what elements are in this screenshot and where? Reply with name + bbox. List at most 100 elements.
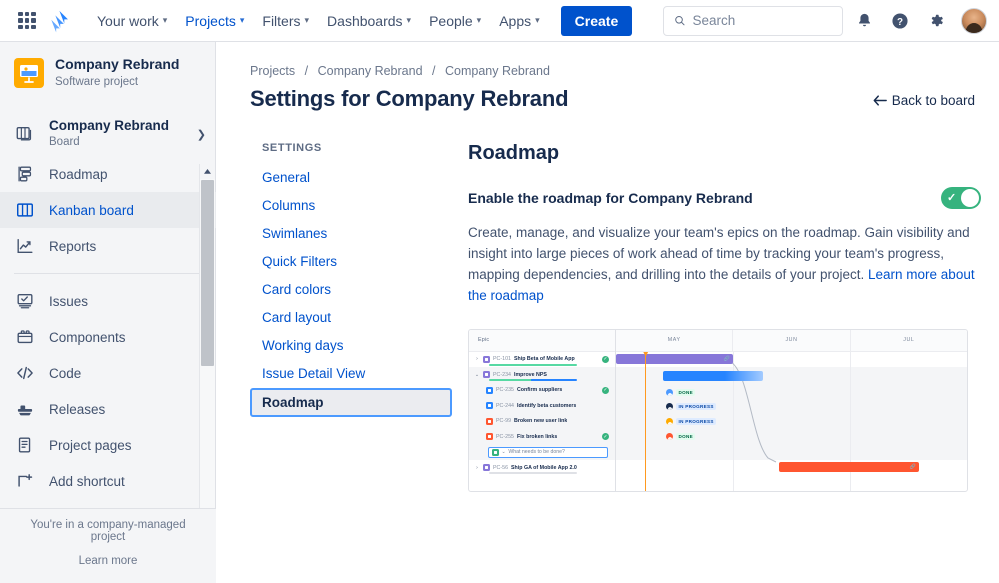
issues-icon xyxy=(14,290,36,312)
sidebar-item-project-pages[interactable]: Project pages xyxy=(0,427,216,463)
timeline-band xyxy=(616,367,967,460)
sidebar-item-label: Add shortcut xyxy=(49,474,125,489)
chevron-down-icon: ▾ xyxy=(535,15,540,26)
preview-row[interactable]: PC-244 Identify beta customers xyxy=(469,398,615,414)
preview-row[interactable]: ⌄ PC-234 Improve NPS xyxy=(469,367,615,383)
back-to-board-link[interactable]: Back to board xyxy=(873,93,975,112)
settings-body: SETTINGS General Columns Swimlanes Quick… xyxy=(217,112,999,492)
check-icon: ✓ xyxy=(947,191,956,204)
chevron-right-icon[interactable]: › xyxy=(474,356,480,362)
project-header[interactable]: Company Rebrand Software project xyxy=(0,42,215,100)
breadcrumb-project[interactable]: Company Rebrand xyxy=(318,64,423,78)
issue-key: PC-234 xyxy=(493,372,511,378)
notifications-icon[interactable] xyxy=(849,6,879,36)
roadmap-settings-panel: Roadmap Enable the roadmap for Company R… xyxy=(452,142,999,492)
learn-more-link[interactable]: Learn more xyxy=(12,555,204,567)
sidebar-item-board[interactable]: Company Rebrand Board ❯ xyxy=(0,112,216,156)
status-lozenge: DONE xyxy=(676,389,695,396)
status-lozenge: IN PROGRESS xyxy=(676,403,716,410)
settings-item-roadmap[interactable]: Roadmap xyxy=(250,388,452,417)
settings-item-quick-filters[interactable]: Quick Filters xyxy=(250,248,452,275)
top-navigation-bar: Your work ▾ Projects ▾ Filters ▾ Dashboa… xyxy=(0,0,999,42)
nav-item-projects[interactable]: Projects ▾ xyxy=(176,7,253,35)
issue-summary: Identify beta customers xyxy=(517,403,576,409)
enable-roadmap-toggle[interactable]: ✓ xyxy=(941,187,981,209)
preview-row[interactable]: PC-235 Confirm suppliers ✓ xyxy=(469,383,615,399)
link-icon: 🔗 xyxy=(910,464,916,470)
chevron-down-icon[interactable]: ❯ xyxy=(197,128,206,141)
preview-timeline: MAY JUN JUL 🔗 xyxy=(616,330,967,491)
story-type-icon xyxy=(486,402,493,409)
user-avatar[interactable] xyxy=(961,8,987,34)
timeline-bar-epic-pc56[interactable]: 🔗 xyxy=(779,462,919,472)
settings-icon[interactable] xyxy=(921,6,951,36)
sidebar-item-issues[interactable]: Issues xyxy=(0,283,216,319)
sidebar-item-label: Reports xyxy=(49,239,96,254)
nav-label: Dashboards xyxy=(327,13,403,29)
nav-item-people[interactable]: People ▾ xyxy=(420,7,490,35)
issue-key: PC-235 xyxy=(496,387,514,393)
nav-item-dashboards[interactable]: Dashboards ▾ xyxy=(318,7,420,35)
sidebar-item-kanban-board[interactable]: Kanban board xyxy=(0,192,216,228)
sidebar-item-releases[interactable]: Releases xyxy=(0,391,216,427)
breadcrumb: Projects / Company Rebrand / Company Reb… xyxy=(217,42,999,78)
preview-create-row[interactable]: ⌄ What needs to be done? xyxy=(469,445,615,461)
sidebar-item-add-shortcut[interactable]: Add shortcut xyxy=(0,463,216,499)
settings-item-card-layout[interactable]: Card layout xyxy=(250,304,452,331)
settings-item-swimlanes[interactable]: Swimlanes xyxy=(250,220,452,247)
sidebar-item-label: Project pages xyxy=(49,438,132,453)
breadcrumb-separator: / xyxy=(305,64,308,78)
settings-item-card-colors[interactable]: Card colors xyxy=(250,276,452,303)
main-content: Projects / Company Rebrand / Company Reb… xyxy=(217,42,999,583)
chevron-down-icon: ▾ xyxy=(477,15,482,26)
timeline-bar-epic-pc234[interactable] xyxy=(663,371,763,381)
nav-item-apps[interactable]: Apps ▾ xyxy=(490,7,548,35)
page-title: Settings for Company Rebrand xyxy=(250,86,568,112)
scrollbar-thumb[interactable] xyxy=(201,180,214,366)
timeline-bar-epic-pc101[interactable]: 🔗 xyxy=(616,354,733,364)
assignee-avatar xyxy=(666,389,673,396)
page-header: Settings for Company Rebrand Back to boa… xyxy=(217,78,999,112)
nav-label: Filters xyxy=(262,13,300,29)
month-label: JUN xyxy=(733,330,850,351)
breadcrumb-board[interactable]: Company Rebrand xyxy=(445,64,550,78)
bug-type-icon xyxy=(486,418,493,425)
preview-row[interactable]: PC-255 Fix broken links ✓ xyxy=(469,429,615,445)
nav-item-your-work[interactable]: Your work ▾ xyxy=(88,7,176,35)
preview-row[interactable]: › PC-101 Ship Beta of Mobile App ✓ xyxy=(469,352,615,368)
search-box[interactable] xyxy=(663,6,843,36)
chevron-down-icon[interactable]: ⌄ xyxy=(474,372,480,378)
chevron-right-icon[interactable]: › xyxy=(474,465,480,471)
app-switcher-icon[interactable] xyxy=(18,12,36,30)
sidebar-item-roadmap[interactable]: Roadmap xyxy=(0,156,216,192)
month-label: JUL xyxy=(851,330,967,351)
sidebar-item-code[interactable]: Code xyxy=(0,355,216,391)
settings-item-columns[interactable]: Columns xyxy=(250,192,452,219)
create-button[interactable]: Create xyxy=(561,6,633,36)
timeline-status-row: IN PROGRESS xyxy=(666,403,716,410)
progress-bar xyxy=(489,379,577,381)
sidebar-item-reports[interactable]: Reports xyxy=(0,228,216,264)
settings-item-general[interactable]: General xyxy=(250,164,452,191)
scroll-up-arrow-icon[interactable] xyxy=(200,164,215,179)
issue-summary: Confirm suppliers xyxy=(517,387,562,393)
help-icon[interactable]: ? xyxy=(885,6,915,36)
epic-type-icon xyxy=(483,356,490,363)
sidebar-item-label: Code xyxy=(49,366,81,381)
settings-item-issue-detail-view[interactable]: Issue Detail View xyxy=(250,360,452,387)
status-done-icon: ✓ xyxy=(602,387,609,394)
chevron-down-icon[interactable]: ⌄ xyxy=(502,449,506,455)
nav-label: People xyxy=(429,13,473,29)
nav-item-filters[interactable]: Filters ▾ xyxy=(253,7,318,35)
create-issue-input[interactable]: ⌄ What needs to be done? xyxy=(488,447,608,458)
month-label: MAY xyxy=(616,330,733,351)
sidebar-item-components[interactable]: Components xyxy=(0,319,216,355)
status-done-icon: ✓ xyxy=(602,356,609,363)
preview-row[interactable]: › PC-56 Ship GA of Mobile App 2.0 xyxy=(469,460,615,476)
settings-item-working-days[interactable]: Working days xyxy=(250,332,452,359)
sidebar-scrollbar[interactable] xyxy=(199,164,214,554)
preview-row[interactable]: PC-99 Broken new user link xyxy=(469,414,615,430)
breadcrumb-projects[interactable]: Projects xyxy=(250,64,295,78)
search-input[interactable] xyxy=(692,13,832,28)
jira-logo-icon[interactable] xyxy=(46,8,72,34)
